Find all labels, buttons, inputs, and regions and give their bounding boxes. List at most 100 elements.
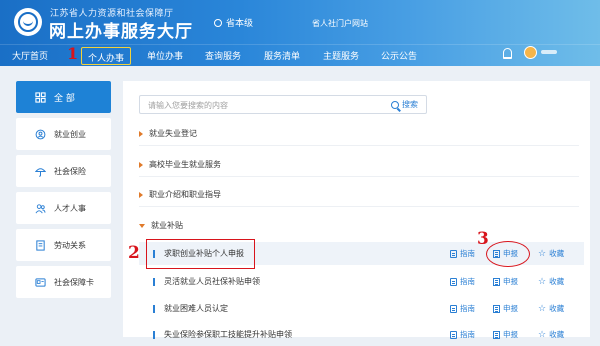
category-employment-subsidy[interactable]: 就业补贴 — [139, 220, 183, 231]
sidebar-item-label: 社会保险 — [54, 166, 86, 176]
favorite-button[interactable]: ☆ 收藏 — [538, 303, 564, 314]
card-icon — [35, 277, 46, 288]
service-row[interactable]: 失业保险参保职工技能提升补贴申领 指南 申报 ☆ 收藏 — [139, 323, 584, 346]
sidebar-item-label: 社会保障卡 — [54, 277, 94, 287]
nav-item-notices[interactable]: 公示公告 — [381, 49, 417, 62]
search-icon — [391, 100, 399, 109]
highlight-box-service — [146, 239, 255, 269]
document-icon — [35, 239, 46, 251]
service-name[interactable]: 就业困难人员认定 — [164, 303, 228, 314]
logo[interactable] — [14, 8, 42, 36]
sidebar: 全 部 就业创业 社会保险 人才人事 劳动关系 社会保障卡 — [16, 81, 111, 303]
step-1-marker: 1 — [67, 44, 79, 63]
star-icon: ☆ — [538, 303, 547, 314]
favorite-label: 收藏 — [549, 249, 565, 258]
caret-right-icon — [139, 191, 143, 198]
guide-icon — [450, 330, 457, 339]
category-job-guidance[interactable]: 职业介绍和职业指导 — [139, 189, 221, 200]
avatar[interactable] — [524, 46, 537, 59]
logo-emblem-icon — [18, 12, 38, 32]
favorite-button[interactable]: ☆ 收藏 — [538, 276, 564, 287]
sidebar-item-social-card[interactable]: 社会保障卡 — [16, 266, 111, 298]
divider — [139, 176, 579, 177]
sidebar-item-labor[interactable]: 劳动关系 — [16, 229, 111, 261]
nav-item-unit[interactable]: 单位办事 — [147, 49, 183, 62]
guide-button[interactable]: 指南 — [450, 303, 475, 314]
nav-item-service-list[interactable]: 服务清单 — [264, 49, 300, 62]
user-name-placeholder[interactable] — [541, 50, 557, 54]
guide-icon — [450, 277, 457, 286]
apply-label: 申报 — [503, 304, 518, 313]
apply-button[interactable]: 申报 — [493, 303, 518, 314]
category-graduate-services[interactable]: 高校毕业生就业服务 — [139, 159, 221, 170]
row-marker — [153, 305, 155, 313]
search-button-label: 搜索 — [402, 100, 418, 109]
sidebar-item-employment[interactable]: 就业创业 — [16, 118, 111, 150]
level-selector[interactable]: 省本级 — [214, 16, 253, 29]
service-row[interactable]: 灵活就业人员社保补贴申领 指南 申报 ☆ 收藏 — [139, 270, 584, 293]
favorite-label: 收藏 — [549, 277, 565, 286]
search-button[interactable]: 搜索 — [391, 99, 418, 110]
service-row[interactable]: 就业困难人员认定 指南 申报 ☆ 收藏 — [139, 297, 584, 320]
sidebar-item-all[interactable]: 全 部 — [16, 81, 111, 113]
service-name[interactable]: 灵活就业人员社保补贴申领 — [164, 276, 260, 287]
portal-link[interactable]: 省人社门户网站 — [312, 18, 368, 29]
guide-label: 指南 — [460, 304, 475, 313]
employment-icon — [35, 129, 46, 140]
grid-icon — [35, 91, 46, 103]
header-bar: 江苏省人力资源和社会保障厅 网上办事服务大厅 省本级 省人社门户网站 — [0, 0, 600, 44]
bell-icon[interactable] — [503, 48, 512, 59]
guide-icon — [450, 304, 457, 313]
favorite-label: 收藏 — [549, 304, 565, 313]
caret-down-icon — [139, 223, 145, 228]
service-name[interactable]: 失业保险参保职工技能提升补贴申领 — [164, 329, 292, 340]
apply-label: 申报 — [503, 277, 518, 286]
favorite-button[interactable]: ☆ 收藏 — [538, 329, 564, 340]
caret-right-icon — [139, 161, 143, 168]
apply-button[interactable]: 申报 — [493, 329, 518, 340]
sidebar-item-label: 劳动关系 — [54, 240, 86, 250]
apply-icon — [493, 330, 500, 339]
favorite-button[interactable]: ☆ 收藏 — [538, 248, 564, 259]
divider — [139, 206, 579, 207]
step-2-marker: 2 — [128, 243, 140, 263]
nav-item-query[interactable]: 查询服务 — [205, 49, 241, 62]
star-icon: ☆ — [538, 329, 547, 340]
favorite-label: 收藏 — [549, 330, 565, 339]
row-marker — [153, 278, 155, 286]
sidebar-item-label: 全 部 — [54, 93, 75, 104]
apply-button[interactable]: 申报 — [493, 276, 518, 287]
sidebar-item-talent[interactable]: 人才人事 — [16, 192, 111, 224]
guide-button[interactable]: 指南 — [450, 329, 475, 340]
guide-label: 指南 — [460, 277, 475, 286]
guide-button[interactable]: 指南 — [450, 248, 475, 259]
nav-item-home[interactable]: 大厅首页 — [12, 49, 48, 62]
nav-item-personal[interactable]: 个人办事 — [81, 47, 132, 65]
star-icon: ☆ — [538, 248, 547, 259]
apply-icon — [493, 304, 500, 313]
category-label: 就业补贴 — [151, 221, 183, 230]
divider — [139, 145, 579, 146]
caret-right-icon — [139, 130, 143, 137]
guide-label: 指南 — [460, 249, 475, 258]
category-label: 就业失业登记 — [149, 129, 197, 138]
sidebar-item-insurance[interactable]: 社会保险 — [16, 155, 111, 187]
search-box: 搜索 — [139, 95, 427, 114]
star-icon: ☆ — [538, 276, 547, 287]
guide-label: 指南 — [460, 330, 475, 339]
apply-label: 申报 — [503, 330, 518, 339]
highlight-ellipse-apply — [486, 241, 530, 267]
search-input[interactable] — [148, 99, 328, 111]
guide-button[interactable]: 指南 — [450, 276, 475, 287]
category-employment-registration[interactable]: 就业失业登记 — [139, 128, 197, 139]
site-title: 网上办事服务大厅 — [49, 22, 193, 42]
service-panel: 搜索 就业失业登记 高校毕业生就业服务 职业介绍和职业指导 就业补贴 求职创业补… — [123, 81, 590, 339]
guide-icon — [450, 249, 457, 258]
people-icon — [35, 203, 46, 214]
umbrella-icon — [35, 166, 46, 177]
nav-item-theme[interactable]: 主题服务 — [323, 49, 359, 62]
row-marker — [153, 331, 155, 339]
location-icon — [214, 18, 222, 27]
apply-icon — [493, 277, 500, 286]
sidebar-item-label: 就业创业 — [54, 129, 86, 139]
